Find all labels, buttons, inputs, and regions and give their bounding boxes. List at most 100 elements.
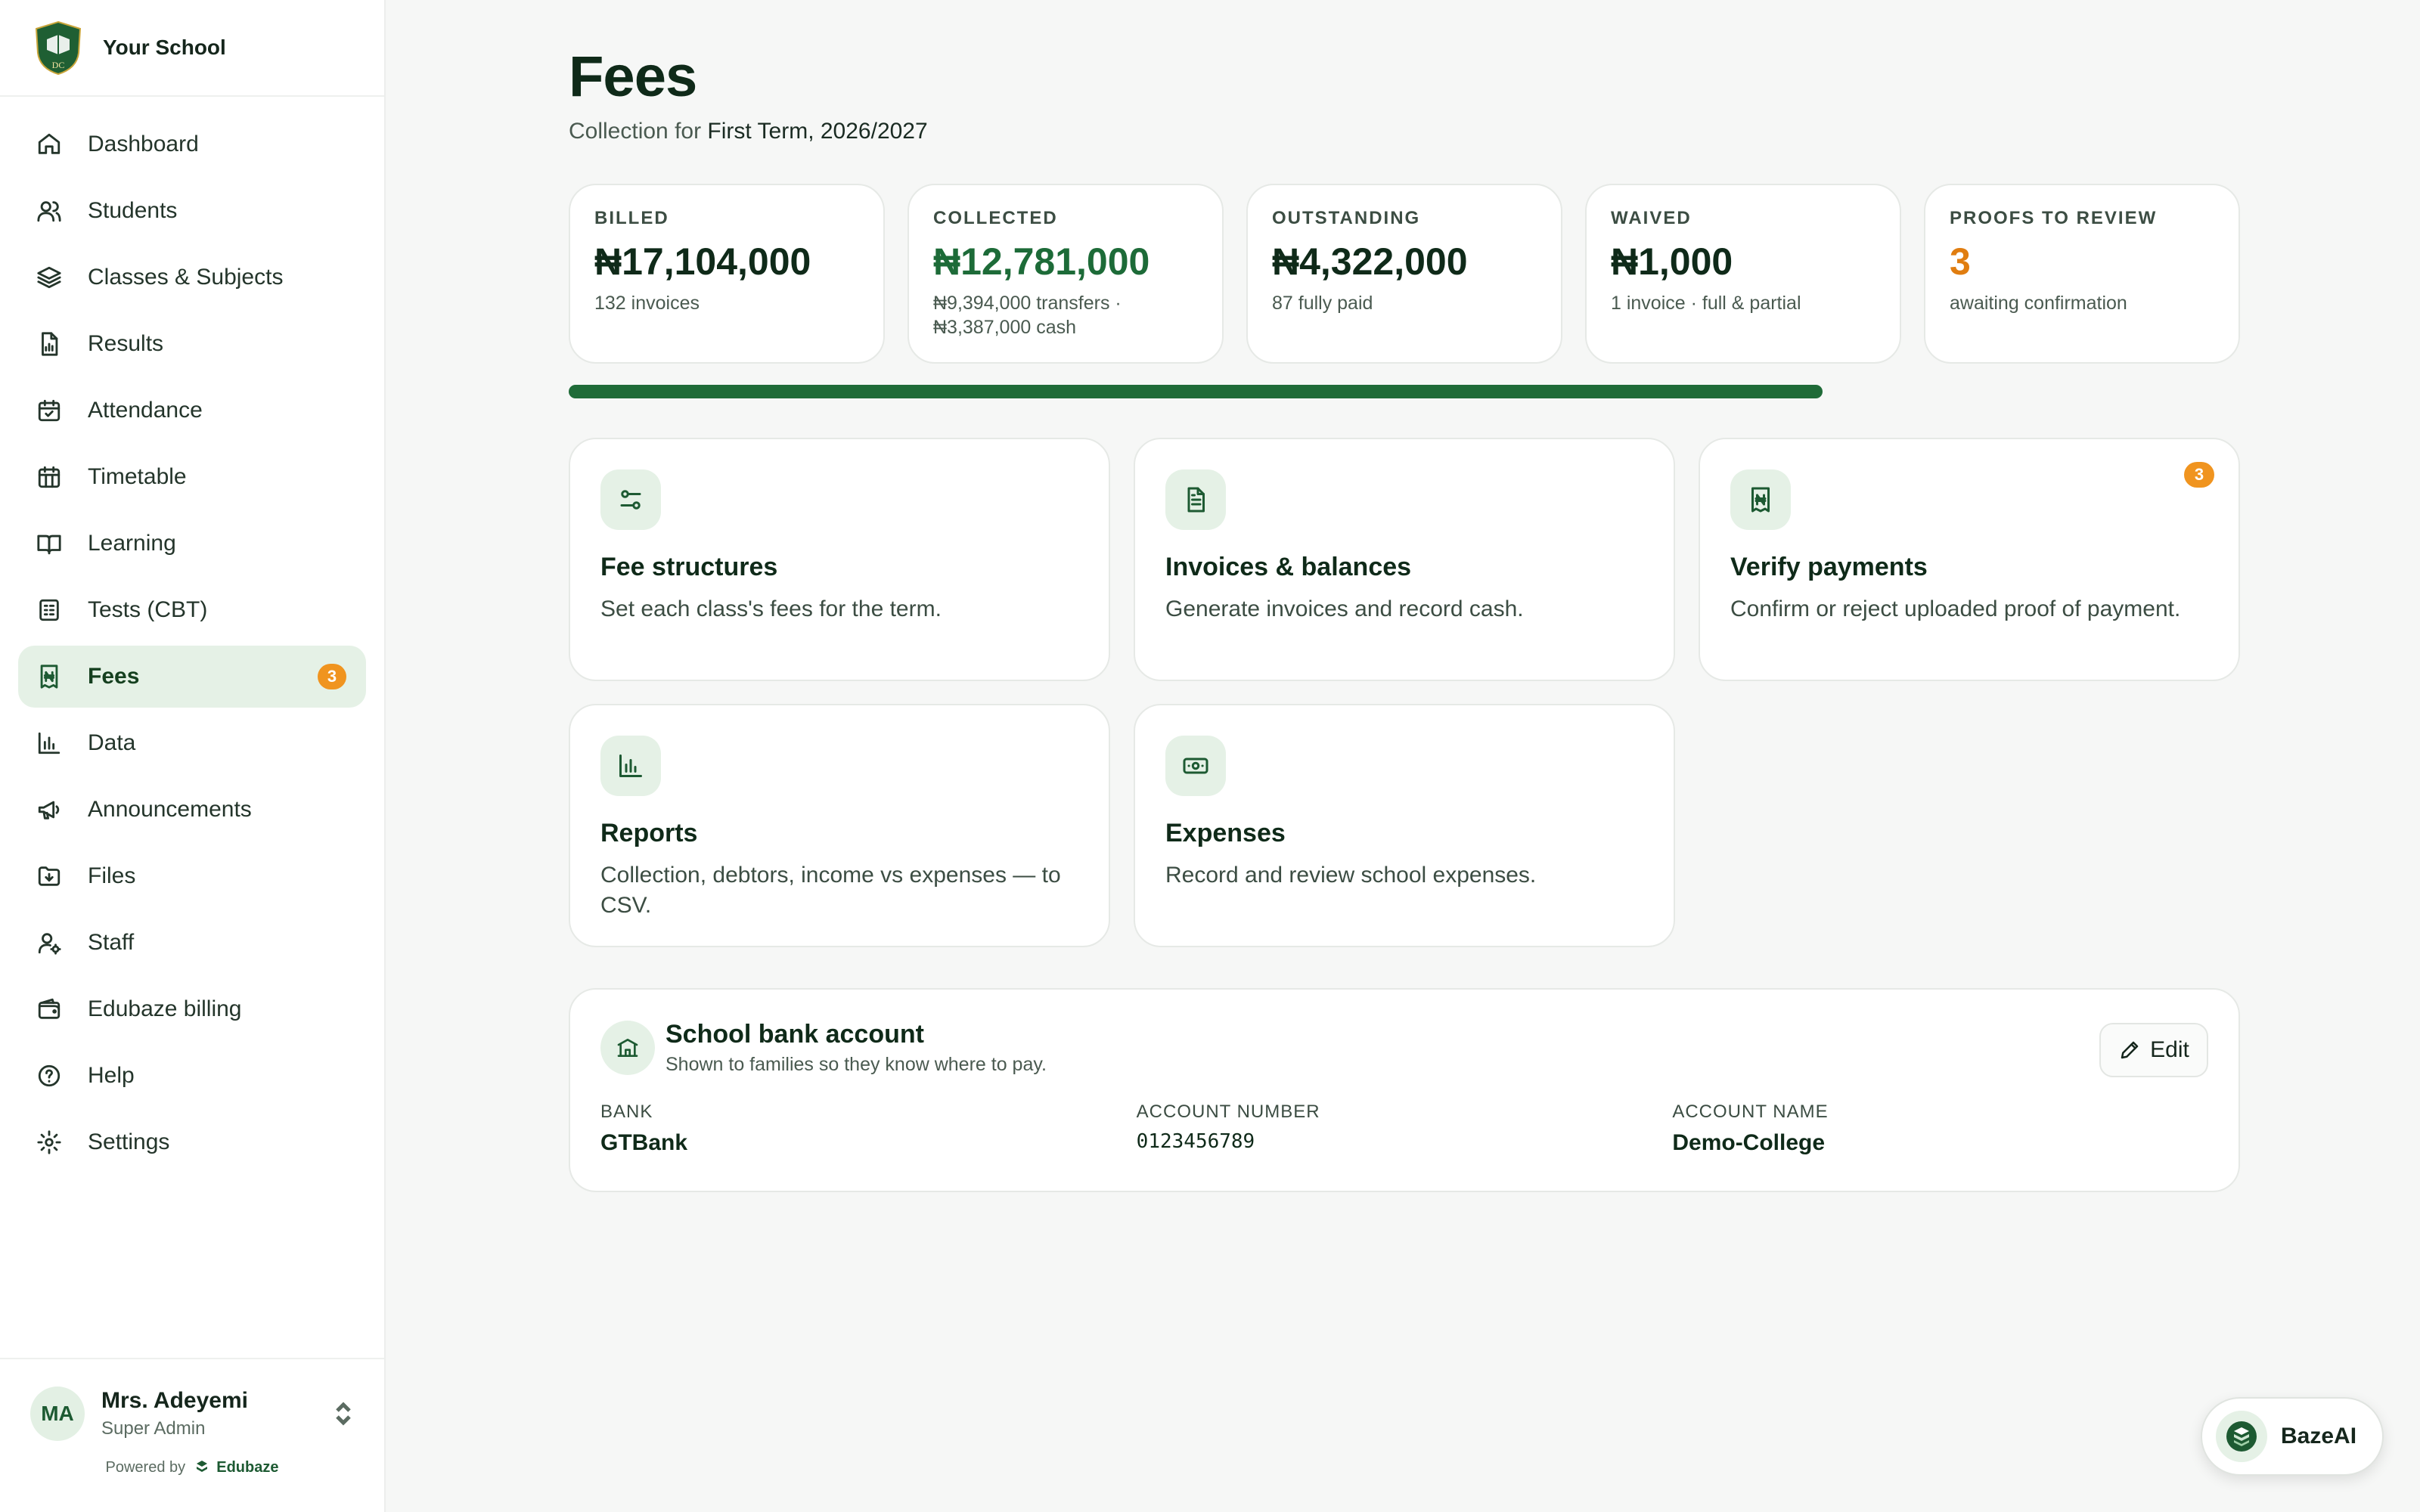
sidebar-item-label: Tests (CBT) [88, 597, 208, 622]
tile-desc: Record and review school expenses. [1165, 863, 1537, 888]
bank-card-subtitle: Shown to families so they know where to … [666, 1054, 1047, 1075]
edit-bank-button[interactable]: Edit [2099, 1023, 2208, 1077]
bank-field-bank: BANK GTBank [600, 1101, 1137, 1156]
tile-desc: Confirm or reject uploaded proof of paym… [1730, 596, 2181, 621]
tile-desc: Collection, debtors, income vs expenses … [600, 863, 1061, 918]
stat-card-collected: COLLECTED ₦12,781,000 ₦9,394,000 transfe… [908, 184, 1224, 364]
stat-card-outstanding: OUTSTANDING ₦4,322,000 87 fully paid [1246, 184, 1562, 364]
sidebar-item-label: Help [88, 1063, 135, 1088]
pencil-icon [2121, 1041, 2139, 1059]
sidebar-item-data[interactable]: Data [18, 712, 366, 774]
main-content: Fees Collection for First Term, 2026/202… [569, 0, 2240, 1192]
tile-title: Fee structures [600, 553, 778, 581]
field-value: 0123456789 [1136, 1130, 1255, 1153]
tile-title: Expenses [1165, 819, 1286, 847]
naira-receipt-icon [40, 665, 58, 689]
page-title: Fees [569, 45, 697, 109]
sidebar-item-label: Timetable [88, 464, 187, 489]
sidebar-item-label: Attendance [88, 398, 203, 423]
users-icon [37, 201, 61, 222]
sidebar-item-classes-subjects[interactable]: Classes & Subjects [18, 246, 366, 308]
chevron-up-down-icon[interactable] [333, 1400, 354, 1427]
stat-sub: 87 fully paid [1272, 293, 1373, 314]
tile-verify-payments[interactable]: 3 Verify payments Confirm or reject uplo… [1699, 438, 2240, 681]
sidebar-item-timetable[interactable]: Timetable [18, 446, 366, 508]
sidebar-item-results[interactable]: Results [18, 313, 366, 375]
tile-desc: Generate invoices and record cash. [1165, 596, 1524, 621]
term-label: First Term, 2026/2027 [707, 119, 928, 144]
calendar-check-icon [38, 399, 60, 422]
sidebar-item-label: Data [88, 730, 136, 755]
stat-card-proofs-to-review[interactable]: PROOFS TO REVIEW 3 awaiting confirmation [1924, 184, 2240, 364]
sidebar-item-dashboard[interactable]: Dashboard [18, 113, 366, 175]
stat-value: ₦12,781,000 [933, 240, 1150, 283]
sidebar-item-label: Classes & Subjects [88, 265, 284, 290]
sidebar-item-label: Learning [88, 531, 176, 556]
sidebar-item-tests-cbt[interactable]: Tests (CBT) [18, 579, 366, 641]
brand-header[interactable]: DC Your School [0, 0, 384, 97]
tile-title: Reports [600, 819, 698, 847]
sidebar: DC Your School Dashboard Students Classe… [0, 0, 386, 1512]
layers-icon [37, 266, 61, 289]
tile-desc: Set each class's fees for the term. [600, 596, 942, 621]
sidebar-item-label: Fees [88, 664, 140, 689]
bank-field-account-number: ACCOUNT NUMBER 0123456789 [1137, 1101, 1673, 1156]
tile-invoices-balances[interactable]: Invoices & balances Generate invoices an… [1134, 438, 1675, 681]
school-bank-account-card: School bank account Shown to families so… [569, 988, 2240, 1192]
stat-card-billed: BILLED ₦17,104,000 132 invoices [569, 184, 885, 364]
sidebar-item-files[interactable]: Files [18, 845, 366, 907]
naira-receipt-icon [1751, 487, 1770, 513]
stats-row: BILLED ₦17,104,000 132 invoices COLLECTE… [569, 184, 2240, 364]
avatar: MA [30, 1387, 85, 1441]
stat-label: PROOFS TO REVIEW [1950, 208, 2158, 228]
file-chart-icon [42, 332, 58, 356]
sidebar-item-announcements[interactable]: Announcements [18, 779, 366, 841]
sliders-icon [620, 490, 641, 510]
user-menu[interactable]: MA Mrs. Adeyemi Super Admin Powered by E… [0, 1358, 384, 1512]
sidebar-item-fees[interactable]: Fees 3 [18, 646, 366, 708]
sidebar-item-staff[interactable]: Staff [18, 912, 366, 974]
sidebar-item-attendance[interactable]: Attendance [18, 380, 366, 442]
stat-value: ₦1,000 [1611, 240, 1733, 283]
stat-sub: ₦9,394,000 transfers · ₦3,387,000 cash [933, 293, 1122, 338]
bazeai-logo-icon [2226, 1421, 2257, 1452]
sidebar-item-settings[interactable]: Settings [18, 1111, 366, 1173]
megaphone-icon [38, 801, 60, 820]
banknote-icon [1183, 758, 1208, 774]
svg-text:DC: DC [52, 60, 65, 70]
fees-count-badge: 3 [318, 664, 346, 689]
help-circle-icon [38, 1064, 60, 1087]
sidebar-item-label: Students [88, 198, 178, 223]
sidebar-item-label: Settings [88, 1129, 170, 1154]
settings-icon [37, 1130, 61, 1154]
tile-fee-structures[interactable]: Fee structures Set each class's fees for… [569, 438, 1110, 681]
tile-expenses[interactable]: Expenses Record and review school expens… [1134, 704, 1675, 947]
tile-title: Verify payments [1730, 553, 1928, 581]
sidebar-item-label: Edubaze billing [88, 996, 242, 1021]
sidebar-item-label: Announcements [88, 797, 252, 822]
bank-field-account-name: ACCOUNT NAME Demo-College [1672, 1101, 2208, 1156]
stat-label: BILLED [594, 208, 669, 228]
field-value: Demo-College [1672, 1130, 1826, 1155]
stat-value: ₦17,104,000 [594, 240, 811, 283]
sidebar-item-students[interactable]: Students [18, 180, 366, 242]
stat-label: WAIVED [1611, 208, 1692, 228]
sidebar-nav: Dashboard Students Classes & Subjects Re… [0, 97, 384, 1173]
sidebar-item-learning[interactable]: Learning [18, 513, 366, 575]
stat-label: OUTSTANDING [1272, 208, 1421, 228]
bazeai-assistant-button[interactable]: BazeAI [2201, 1397, 2384, 1476]
field-value: GTBank [600, 1130, 688, 1155]
tile-reports[interactable]: Reports Collection, debtors, income vs e… [569, 704, 1110, 947]
field-label: BANK [600, 1101, 653, 1122]
sidebar-item-edubaze-billing[interactable]: Edubaze billing [18, 978, 366, 1040]
user-role: Super Admin [101, 1418, 206, 1439]
bar-chart-icon [38, 732, 60, 754]
edubaze-logo-icon [196, 1461, 207, 1472]
stat-sub: 1 invoice · full & partial [1611, 293, 1801, 314]
school-name: Your School [103, 36, 226, 59]
folder-icon [38, 866, 60, 886]
field-label: ACCOUNT NAME [1672, 1101, 1829, 1122]
sidebar-item-label: Files [88, 863, 136, 888]
collection-progress-fill [569, 385, 1823, 398]
sidebar-item-help[interactable]: Help [18, 1045, 366, 1107]
